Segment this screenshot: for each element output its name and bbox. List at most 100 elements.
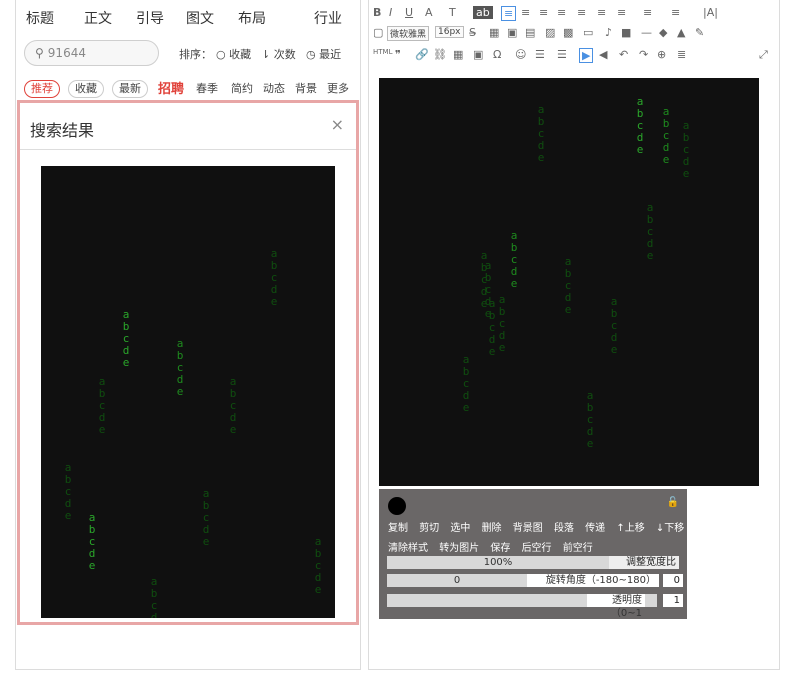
- pass-button[interactable]: 传递: [585, 523, 605, 534]
- undo-icon[interactable]: ↶: [619, 48, 628, 61]
- sort-recent[interactable]: ◷ 最近: [306, 46, 341, 62]
- paragraph-after-button[interactable]: ≡: [671, 6, 680, 19]
- unlink-icon[interactable]: ⛓: [433, 48, 447, 61]
- bold-button[interactable]: B: [373, 6, 381, 19]
- nav-industry[interactable]: 行业: [314, 8, 342, 28]
- tab-newest[interactable]: 最新: [112, 80, 148, 98]
- paragraph-before-button[interactable]: ≡: [643, 6, 652, 19]
- italic-button[interactable]: I: [389, 6, 392, 19]
- tag-spring[interactable]: 春季: [196, 80, 218, 96]
- table-icon[interactable]: ▦: [489, 26, 499, 39]
- align-menu-icon[interactable]: ≣: [677, 48, 686, 61]
- align-center-button[interactable]: ≡: [521, 6, 530, 19]
- save-button[interactable]: 保存: [490, 543, 510, 554]
- add-line-after-button[interactable]: 后空行: [522, 543, 552, 554]
- template-preview[interactable]: abcde abcde abcde abcde abcde abcde abcde abcde…: [41, 166, 335, 618]
- copy-button[interactable]: 复制: [388, 523, 408, 534]
- opacity-slider[interactable]: [387, 594, 587, 607]
- glyph-column: abcde: [314, 535, 322, 596]
- tag-simple[interactable]: 简约: [231, 80, 253, 96]
- gallery-icon[interactable]: ▤: [525, 26, 535, 39]
- sort-favorites[interactable]: ○ 收藏: [216, 46, 251, 62]
- text-style-button[interactable]: T: [449, 6, 456, 19]
- move-up-button[interactable]: ↑上移: [616, 523, 644, 534]
- mic-icon[interactable]: ♪: [605, 26, 612, 39]
- video-icon[interactable]: ▩: [563, 26, 573, 39]
- nav-guide[interactable]: 引导: [136, 8, 164, 28]
- word-icon[interactable]: ▨: [545, 26, 555, 39]
- tag-more[interactable]: 更多: [327, 80, 349, 96]
- html-button[interactable]: HTML: [373, 48, 392, 56]
- tab-favorites[interactable]: 收藏: [68, 80, 104, 98]
- width-slider[interactable]: 100%: [387, 556, 609, 569]
- nav-body[interactable]: 正文: [84, 8, 112, 28]
- special-char-icon[interactable]: Ω: [493, 48, 501, 61]
- cut-button[interactable]: 剪切: [419, 523, 439, 534]
- opacity-input[interactable]: 1: [663, 594, 683, 607]
- align-left-button[interactable]: ≡: [501, 6, 517, 21]
- delete-button[interactable]: 删除: [482, 523, 502, 534]
- tag-background[interactable]: 背景: [295, 80, 317, 96]
- tab-recommend[interactable]: 推荐: [24, 80, 60, 98]
- outdent-button[interactable]: ≡: [597, 6, 606, 19]
- font-size-select[interactable]: 16px: [435, 26, 464, 38]
- clear-style-button[interactable]: 清除样式: [388, 543, 428, 554]
- eraser-icon[interactable]: ◆: [659, 26, 667, 39]
- popup-actions-row2: 清除样式 转为图片 保存 后空行 前空行: [388, 539, 601, 554]
- screen-icon[interactable]: ▭: [583, 26, 593, 39]
- to-image-button[interactable]: 转为图片: [439, 543, 479, 554]
- link-icon[interactable]: 🔗: [415, 48, 429, 61]
- align-right-button[interactable]: ≡: [539, 6, 548, 19]
- nav-layout[interactable]: 布局: [238, 8, 266, 28]
- ltr-icon[interactable]: ▶: [579, 48, 594, 63]
- block-icon[interactable]: ▦: [453, 48, 463, 61]
- rotate-input[interactable]: 0: [663, 574, 683, 587]
- redo-icon[interactable]: ↷: [639, 48, 648, 61]
- glyph-column: abcde: [150, 575, 158, 619]
- brush-icon[interactable]: ▲: [677, 26, 685, 39]
- underline-button[interactable]: U: [405, 6, 413, 19]
- quote-icon[interactable]: ❞: [395, 48, 401, 61]
- indent-button[interactable]: ≡: [577, 6, 586, 19]
- color-swatch[interactable]: [388, 497, 406, 515]
- toolbar-row-format: B I U A T ab ≡ ≡ ≡ ≡ ≡ ≡ ≡ ≡ ≡ |A|: [373, 6, 777, 24]
- strikethrough-icon[interactable]: S̶: [469, 26, 476, 39]
- add-line-before-button[interactable]: 前空行: [563, 543, 593, 554]
- background-color-button[interactable]: ab: [473, 6, 493, 19]
- sort-count[interactable]: ⇂ 次数: [261, 46, 296, 62]
- editor-canvas-image[interactable]: abcdeabcdeabcdeabcdeabcdeabcdeabcdeabcde…: [379, 78, 759, 486]
- tag-dynamic[interactable]: 动态: [263, 80, 285, 96]
- glyph-column: abcde: [488, 297, 496, 358]
- hr-icon[interactable]: —: [641, 26, 652, 39]
- lock-icon[interactable]: 🔓: [667, 497, 679, 508]
- media-icon[interactable]: ■: [621, 26, 631, 39]
- bg-image-button[interactable]: 背景图: [513, 523, 543, 534]
- rotate-slider[interactable]: 0: [387, 574, 527, 587]
- search-replace-icon[interactable]: ⊕: [657, 48, 666, 61]
- fullscreen-icon[interactable]: ⤢: [759, 48, 768, 62]
- paragraph-button[interactable]: 段落: [554, 523, 574, 534]
- close-icon[interactable]: ×: [331, 115, 344, 134]
- letter-spacing-button[interactable]: |A|: [703, 6, 718, 19]
- tag-recruit[interactable]: 招聘: [158, 78, 184, 97]
- search-input[interactable]: ⚲ 91644: [24, 40, 159, 66]
- rtl-icon[interactable]: ◀: [599, 48, 607, 61]
- unordered-list-icon[interactable]: ☰: [557, 48, 567, 61]
- emoji-icon[interactable]: ☺: [515, 48, 526, 61]
- magic-icon[interactable]: ✎: [695, 26, 704, 39]
- file-icon[interactable]: ▢: [373, 26, 383, 39]
- select-button[interactable]: 选中: [450, 523, 470, 534]
- move-down-button[interactable]: ↓下移: [656, 523, 684, 534]
- template-icon[interactable]: ▣: [473, 48, 483, 61]
- glyph-column: abcde: [586, 389, 594, 450]
- nav-image-text[interactable]: 图文: [186, 8, 214, 28]
- image-icon[interactable]: ▣: [507, 26, 517, 39]
- align-justify-button[interactable]: ≡: [557, 6, 566, 19]
- line-height-button[interactable]: ≡: [617, 6, 626, 19]
- font-color-button[interactable]: A: [425, 6, 433, 19]
- nav-title[interactable]: 标题: [26, 8, 54, 28]
- font-family-select[interactable]: 微软雅黑: [387, 26, 430, 41]
- glyph-column: abcde: [98, 375, 106, 436]
- divider: [20, 149, 356, 150]
- ordered-list-icon[interactable]: ☰: [535, 48, 545, 61]
